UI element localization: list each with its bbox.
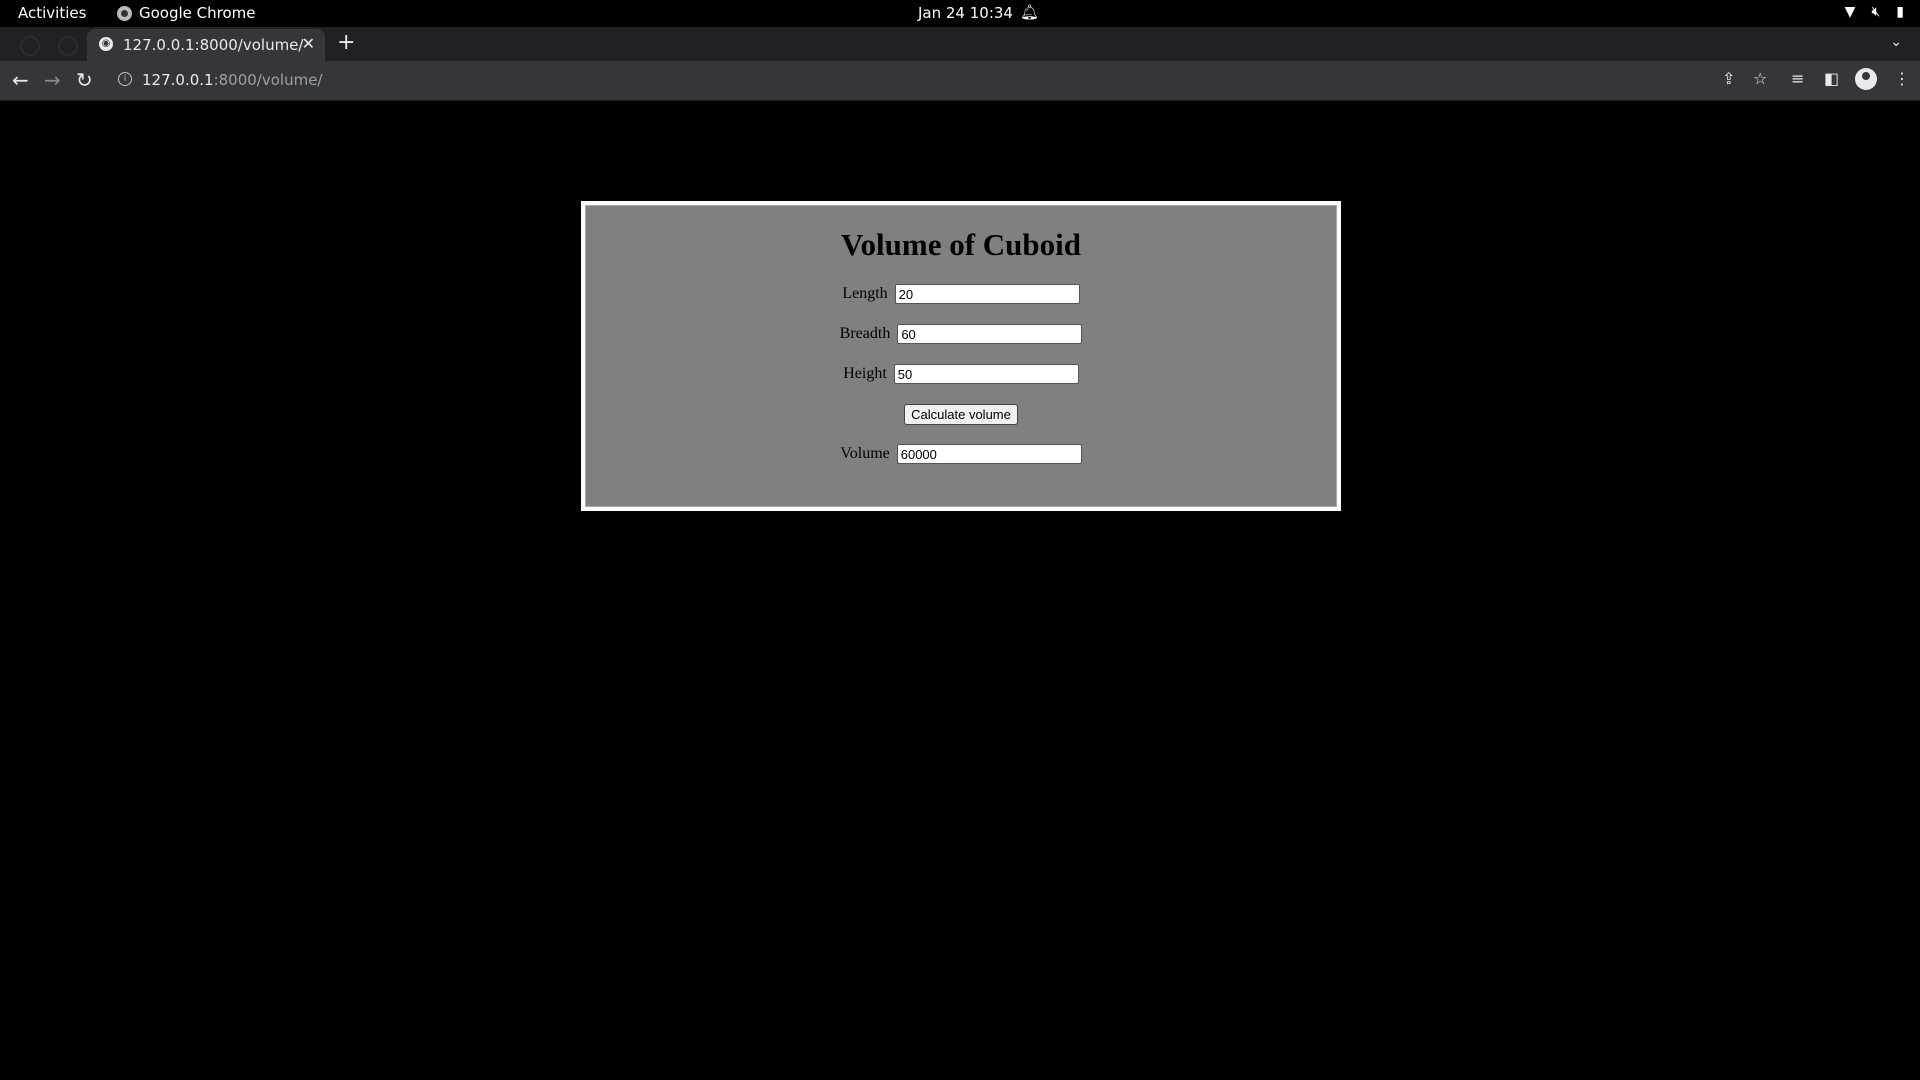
kebab-menu-icon[interactable]: ⋮ (1894, 69, 1910, 88)
volume-muted-icon: 🔇︎ (1871, 4, 1881, 20)
height-label: Height (843, 364, 887, 382)
url-path: :8000/volume/ (213, 71, 323, 89)
volume-output[interactable] (896, 444, 1082, 464)
bell-icon: 🔔︎ (1020, 3, 1040, 21)
tab-volume[interactable]: ◉ 127.0.0.1:8000/volume/ ✕ (87, 29, 325, 61)
button-row: Calculate volume (585, 404, 1337, 425)
height-row: Height (585, 364, 1337, 384)
system-top-bar: Activities Google Chrome Jan 24 10:34 🔔︎… (0, 0, 1920, 27)
address-bar[interactable]: i 127.0.0.1:8000/volume/ (110, 65, 1710, 95)
url-text[interactable]: 127.0.0.1:8000/volume/ (142, 71, 322, 89)
back-icon[interactable]: ← (12, 68, 29, 92)
reload-icon[interactable]: ↻ (76, 68, 93, 92)
length-input[interactable] (894, 284, 1080, 304)
length-label: Length (842, 284, 888, 302)
battery-icon: ▮ (1896, 4, 1904, 20)
globe-icon: ◉ (99, 37, 113, 51)
breadth-row: Breadth (585, 324, 1337, 344)
app-name: Google Chrome (139, 4, 256, 22)
volume-label: Volume (840, 444, 890, 462)
volume-form-card: Volume of Cuboid Length Breadth Height C… (581, 201, 1341, 511)
new-tab-button[interactable]: + (337, 30, 355, 55)
tab-title: 127.0.0.1:8000/volume/ (123, 36, 304, 54)
profile-avatar-icon[interactable] (1855, 68, 1877, 90)
close-icon[interactable]: ✕ (302, 34, 315, 53)
ghost-tab-icon (20, 36, 40, 56)
side-panel-icon[interactable]: ◧ (1824, 69, 1839, 88)
url-host: 127.0.0.1 (142, 71, 214, 89)
forward-icon[interactable]: → (44, 68, 61, 92)
volume-row: Volume (585, 444, 1337, 464)
wifi-icon: ▼ (1844, 4, 1856, 20)
breadth-label: Breadth (839, 324, 891, 342)
chrome-icon (117, 5, 132, 21)
browser-toolbar: ← → ↻ i 127.0.0.1:8000/volume/ ⇪ ☆ ≡ ◧ ⋮ (0, 61, 1920, 101)
app-menu[interactable]: Google Chrome (117, 4, 256, 22)
info-icon[interactable]: i (118, 72, 132, 86)
breadth-input[interactable] (897, 324, 1083, 344)
tab-strip: ◉ 127.0.0.1:8000/volume/ ✕ + ⌄ (0, 27, 1920, 61)
activities-button[interactable]: Activities (18, 4, 86, 22)
share-icon[interactable]: ⇪ (1722, 69, 1735, 88)
clock[interactable]: Jan 24 10:34 (918, 4, 1013, 22)
page-title: Volume of Cuboid (840, 227, 1082, 262)
system-tray[interactable]: ▼ 🔇︎ ▮ (1845, 4, 1904, 20)
length-row: Length (585, 284, 1337, 304)
media-icon[interactable]: ≡ (1791, 69, 1804, 88)
star-icon[interactable]: ☆ (1753, 69, 1767, 88)
height-input[interactable] (893, 364, 1079, 384)
chevron-down-icon[interactable]: ⌄ (1890, 34, 1902, 50)
calculate-volume-button[interactable]: Calculate volume (904, 404, 1018, 425)
page-content: Volume of Cuboid Length Breadth Height C… (0, 101, 1920, 1080)
ghost-tab-icon (58, 36, 78, 56)
